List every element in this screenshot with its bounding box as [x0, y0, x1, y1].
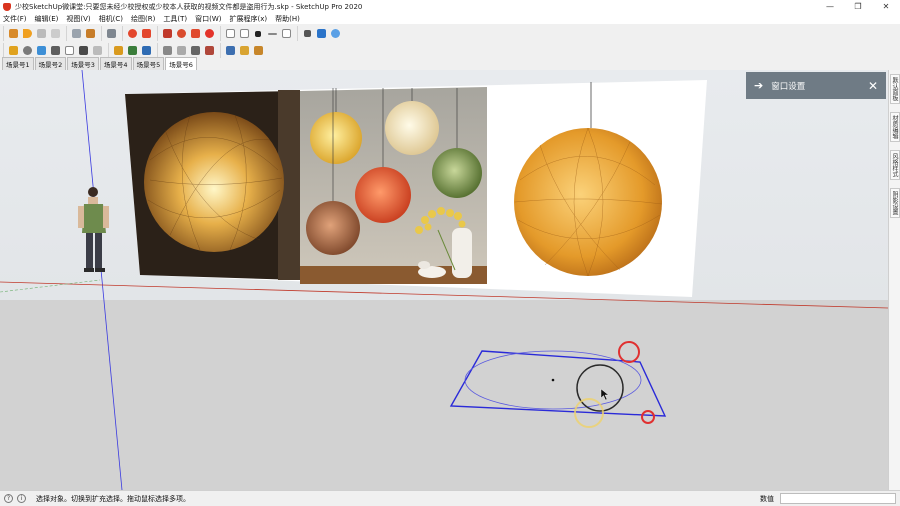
sketchup-logo-icon	[3, 2, 11, 11]
scene-tab-4[interactable]: 场景号4	[99, 57, 132, 70]
geolocation-icon[interactable]: ?	[4, 494, 13, 503]
scene-tab-5[interactable]: 场景号5	[132, 57, 165, 70]
menu-draw[interactable]: 绘图(R)	[131, 14, 155, 24]
scene-tab-2[interactable]: 场景号2	[34, 57, 67, 70]
measurements-input[interactable]	[780, 493, 896, 504]
sync-icon[interactable]	[21, 45, 33, 57]
paint-icon[interactable]	[49, 45, 61, 57]
right-tray: 默认面板 材质编辑 风格样式 阴影设置	[888, 70, 900, 490]
tray-tab-shadows[interactable]: 阴影设置	[890, 188, 900, 218]
person-figure[interactable]	[78, 187, 109, 272]
menu-tools[interactable]: 工具(T)	[163, 14, 187, 24]
window-settings-panel[interactable]: ➔ 窗口设置 ✕	[746, 72, 886, 99]
previous-icon[interactable]	[49, 28, 61, 40]
text-icon[interactable]	[189, 45, 201, 57]
maximize-button[interactable]: ❐	[844, 0, 872, 13]
arrow-right-icon: ➔	[754, 79, 764, 92]
print-icon[interactable]	[105, 28, 117, 40]
ruby-icon[interactable]	[161, 28, 173, 40]
window-settings-title: 窗口设置	[771, 81, 806, 92]
window-title: 少校SketchUp微课堂:只要您未经少校授权或少校本人获取的视频文件都是盗用行…	[15, 2, 363, 11]
model-viewport[interactable]	[0, 70, 888, 490]
shield-icon[interactable]	[112, 45, 124, 57]
close-icon[interactable]: ✕	[868, 79, 878, 93]
play-icon[interactable]	[21, 28, 33, 40]
record-icon[interactable]	[203, 28, 215, 40]
tag-icon[interactable]	[280, 28, 292, 40]
measurements-label: 数值	[760, 495, 774, 503]
stop-icon[interactable]	[35, 28, 47, 40]
status-message: 选择对象。切换到扩充选择。拖动鼠标选择多项。	[36, 494, 190, 503]
scene-tabs: 场景号1 场景号2 场景号3 场景号4 场景号5 场景号6	[0, 57, 900, 70]
minus-icon[interactable]	[266, 28, 278, 40]
minimize-button[interactable]: —	[816, 0, 844, 13]
box-icon[interactable]	[224, 28, 236, 40]
eye-icon[interactable]	[77, 45, 89, 57]
folder-icon[interactable]	[189, 28, 201, 40]
person-icon[interactable]	[84, 28, 96, 40]
close-button[interactable]: ✕	[872, 0, 900, 13]
scene-tab-3[interactable]: 场景号3	[67, 57, 99, 70]
menu-view[interactable]: 视图(V)	[66, 14, 90, 24]
status-bar: ? i 选择对象。切换到扩充选择。拖动鼠标选择多项。 数值	[0, 490, 900, 506]
solid-tools-icon[interactable]	[7, 45, 19, 57]
warehouse-icon[interactable]	[140, 45, 152, 57]
open-folder-icon[interactable]	[238, 28, 250, 40]
select-tool-icon[interactable]	[7, 28, 19, 40]
menu-file[interactable]: 文件(F)	[3, 14, 27, 24]
menu-window[interactable]: 窗口(W)	[195, 14, 221, 24]
tray-tab-styles[interactable]: 风格样式	[890, 150, 900, 180]
info-icon[interactable]: i	[17, 494, 26, 503]
scene-tab-1[interactable]: 场景号1	[2, 57, 34, 70]
component-icon[interactable]	[70, 28, 82, 40]
tray-tab-default[interactable]: 默认面板	[890, 74, 900, 104]
click-marker-top	[618, 341, 640, 363]
lamp-image-board[interactable]	[125, 80, 707, 297]
resize-icon[interactable]	[301, 28, 313, 40]
export-icon[interactable]	[238, 45, 250, 57]
scene-canvas	[0, 70, 888, 490]
photo-icon[interactable]	[203, 45, 215, 57]
sound-icon[interactable]	[161, 45, 173, 57]
toolbar-row-1	[0, 25, 900, 42]
menu-bar: 文件(F) 编辑(E) 视图(V) 相机(C) 绘图(R) 工具(T) 窗口(W…	[0, 13, 900, 24]
click-marker-bottom	[641, 410, 655, 424]
leaf-icon[interactable]	[126, 45, 138, 57]
image-icon[interactable]	[63, 45, 75, 57]
menu-edit[interactable]: 编辑(E)	[35, 14, 59, 24]
blue-axis	[81, 70, 123, 490]
grid-icon[interactable]	[140, 28, 152, 40]
cloud-icon[interactable]	[91, 45, 103, 57]
settings-icon[interactable]	[175, 28, 187, 40]
list-icon[interactable]	[175, 45, 187, 57]
scene-tab-6[interactable]: 场景号6	[165, 57, 197, 70]
ruler-icon[interactable]	[315, 28, 327, 40]
black-box-icon[interactable]	[252, 28, 264, 40]
green-axis	[0, 279, 101, 293]
title-bar: 少校SketchUp微课堂:只要您未经少校授权或少校本人获取的视频文件都是盗用行…	[0, 0, 900, 13]
menu-extensions[interactable]: 扩展程序(x)	[229, 14, 267, 24]
render-icon[interactable]	[252, 45, 264, 57]
menu-camera[interactable]: 相机(C)	[99, 14, 123, 24]
menu-help[interactable]: 帮助(H)	[275, 14, 300, 24]
target-icon[interactable]	[329, 28, 341, 40]
window-controls: — ❐ ✕	[816, 0, 900, 13]
chat-icon[interactable]	[224, 45, 236, 57]
tray-tab-materials[interactable]: 材质编辑	[890, 112, 900, 142]
layers-icon[interactable]	[35, 45, 47, 57]
gear-icon[interactable]	[126, 28, 138, 40]
mouse-cursor-icon	[600, 388, 610, 401]
